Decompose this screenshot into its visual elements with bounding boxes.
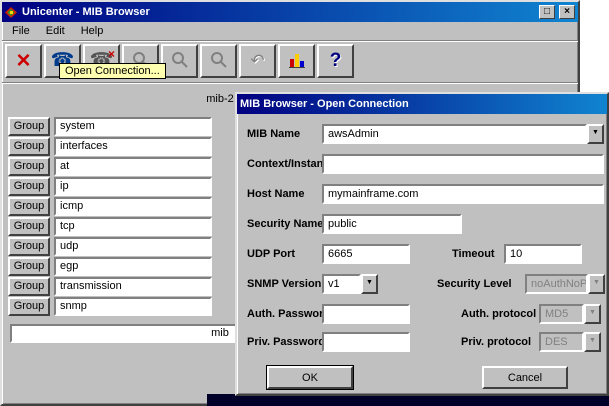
priv-protocol-combobox: DES ▼	[539, 332, 601, 352]
snmp-version-label: SNMP Version	[247, 274, 321, 294]
mib-name-combobox[interactable]: awsAdmin ▼	[322, 124, 604, 144]
refresh-icon: ↶	[250, 51, 264, 71]
auth-password-input[interactable]	[322, 304, 410, 324]
magnifier-icon	[210, 51, 228, 72]
group-button-tcp[interactable]: Group	[8, 217, 50, 236]
close-button[interactable]: ×	[559, 5, 575, 19]
host-name-label: Host Name	[247, 184, 304, 204]
maximize-button[interactable]: □	[539, 5, 555, 19]
group-button-system[interactable]: Group	[8, 117, 50, 136]
group-name-interfaces[interactable]: interfaces	[54, 137, 212, 156]
group-row: Group at	[8, 156, 212, 176]
chevron-down-icon[interactable]: ▼	[361, 274, 378, 294]
group-row: Group snmp	[8, 296, 212, 316]
get-next-button	[161, 44, 198, 78]
security-level-label: Security Level	[437, 274, 512, 294]
mib-name-value: awsAdmin	[322, 124, 587, 144]
walk-button	[200, 44, 237, 78]
group-name-egp[interactable]: egp	[54, 257, 212, 276]
group-button-egp[interactable]: Group	[8, 257, 50, 276]
app-icon	[5, 6, 18, 19]
priv-password-label: Priv. Password	[247, 332, 325, 352]
auth-password-label: Auth. Password	[247, 304, 330, 324]
security-level-combobox: noAuthNoPriv ▼	[525, 274, 605, 294]
exit-button[interactable]: ×	[5, 44, 42, 78]
help-icon: ?	[330, 50, 342, 72]
priv-password-input[interactable]	[322, 332, 410, 352]
dialog-titlebar[interactable]: MIB Browser - Open Connection	[237, 94, 607, 114]
group-name-snmp[interactable]: snmp	[54, 297, 212, 316]
group-row: Group tcp	[8, 216, 212, 236]
host-name-input[interactable]	[322, 184, 604, 204]
group-button-udp[interactable]: Group	[8, 237, 50, 256]
group-button-ip[interactable]: Group	[8, 177, 50, 196]
exit-icon: ×	[16, 51, 30, 71]
auth-protocol-label: Auth. protocol	[461, 304, 536, 324]
group-row: Group transmission	[8, 276, 212, 296]
tooltip: Open Connection...	[59, 63, 166, 79]
help-button[interactable]: ?	[317, 44, 354, 78]
security-name-input[interactable]	[322, 214, 462, 234]
group-row: Group egp	[8, 256, 212, 276]
security-name-label: Security Name	[247, 214, 323, 234]
group-button-icmp[interactable]: Group	[8, 197, 50, 216]
snmp-version-value: v1	[322, 274, 361, 294]
group-name-icmp[interactable]: icmp	[54, 197, 212, 216]
chevron-down-icon: ▼	[584, 332, 601, 352]
security-level-value: noAuthNoPriv	[525, 274, 588, 294]
refresh-button: ↶	[239, 44, 276, 78]
menu-bar: File Edit Help	[2, 22, 578, 41]
chevron-down-icon[interactable]: ▼	[587, 124, 604, 144]
group-name-at[interactable]: at	[54, 157, 212, 176]
chevron-down-icon: ▼	[584, 304, 601, 324]
group-row: Group interfaces	[8, 136, 212, 156]
group-button-interfaces[interactable]: Group	[8, 137, 50, 156]
ok-button[interactable]: OK	[267, 366, 353, 389]
mib-name-label: MIB Name	[247, 124, 300, 144]
graph-icon	[288, 51, 306, 72]
menu-file[interactable]: File	[4, 23, 38, 39]
group-row: Group system	[8, 116, 212, 136]
graph-button[interactable]	[278, 44, 315, 78]
main-titlebar[interactable]: Unicenter - MIB Browser □ ×	[2, 2, 578, 22]
timeout-input[interactable]	[504, 244, 582, 264]
group-name-udp[interactable]: udp	[54, 237, 212, 256]
close-connection-x-icon: ×	[108, 47, 115, 61]
group-button-snmp[interactable]: Group	[8, 297, 50, 316]
magnifier-icon	[171, 51, 189, 72]
udp-port-label: UDP Port	[247, 244, 295, 264]
snmp-version-combobox[interactable]: v1 ▼	[322, 274, 378, 294]
auth-protocol-value: MD5	[539, 304, 584, 324]
group-name-ip[interactable]: ip	[54, 177, 212, 196]
group-name-transmission[interactable]: transmission	[54, 277, 212, 296]
cancel-button[interactable]: Cancel	[482, 366, 568, 389]
group-row: Group ip	[8, 176, 212, 196]
chevron-down-icon: ▼	[588, 274, 605, 294]
udp-port-input[interactable]	[322, 244, 410, 264]
open-connection-dialog: MIB Browser - Open Connection MIB Name a…	[235, 92, 609, 396]
dialog-title: MIB Browser - Open Connection	[240, 98, 604, 110]
toolbar-divider	[2, 82, 578, 84]
menu-help[interactable]: Help	[73, 23, 112, 39]
group-row: Group udp	[8, 236, 212, 256]
group-button-transmission[interactable]: Group	[8, 277, 50, 296]
priv-protocol-label: Priv. protocol	[461, 332, 531, 352]
group-row: Group icmp	[8, 196, 212, 216]
context-instance-input[interactable]	[322, 154, 604, 174]
auth-protocol-combobox: MD5 ▼	[539, 304, 601, 324]
menu-edit[interactable]: Edit	[38, 23, 73, 39]
priv-protocol-value: DES	[539, 332, 584, 352]
group-button-at[interactable]: Group	[8, 157, 50, 176]
group-name-system[interactable]: system	[54, 117, 212, 136]
timeout-label: Timeout	[452, 244, 495, 264]
window-title: Unicenter - MIB Browser	[22, 6, 535, 18]
group-name-tcp[interactable]: tcp	[54, 217, 212, 236]
